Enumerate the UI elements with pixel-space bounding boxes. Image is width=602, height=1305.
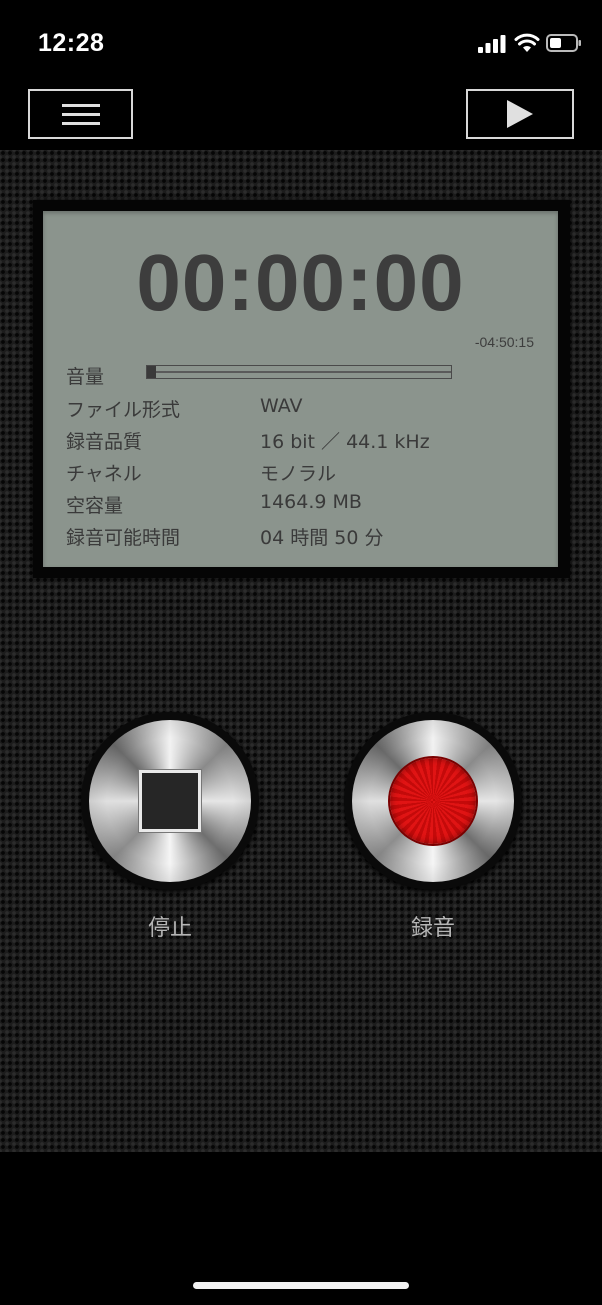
hamburger-menu-icon bbox=[61, 98, 100, 131]
level-meter bbox=[146, 365, 452, 379]
file-format-label: ファイル形式 bbox=[66, 399, 181, 421]
cellular-signal-icon bbox=[478, 35, 506, 53]
channel-label: チャネル bbox=[66, 463, 142, 485]
channel-value: モノラル bbox=[260, 463, 337, 485]
record-label: 録音 bbox=[410, 916, 455, 941]
lcd-display: 00:00:00 -04:50:15 音量 ファイル形式 WAV 録音品質 16… bbox=[43, 211, 558, 567]
toolbar bbox=[0, 80, 602, 150]
recordable-time-value: 04 時間 50 分 bbox=[260, 527, 384, 549]
play-icon bbox=[507, 100, 533, 128]
recordable-time-label: 録音可能時間 bbox=[66, 527, 181, 549]
play-button[interactable] bbox=[466, 89, 574, 139]
quality-label: 録音品質 bbox=[66, 431, 143, 453]
home-indicator[interactable] bbox=[193, 1282, 409, 1289]
stop-icon bbox=[139, 770, 201, 832]
status-bar: 12:28 bbox=[0, 0, 602, 80]
free-space-label: 空容量 bbox=[66, 495, 124, 517]
recorder-panel: 00:00:00 -04:50:15 音量 ファイル形式 WAV 録音品質 16… bbox=[0, 150, 602, 1152]
stop-button[interactable] bbox=[81, 712, 259, 890]
stop-label: 停止 bbox=[147, 916, 192, 941]
battery-icon bbox=[546, 34, 581, 52]
file-format-value: WAV bbox=[260, 395, 303, 417]
status-time: 12:28 bbox=[38, 29, 105, 57]
free-space-value: 1464.9 MB bbox=[260, 491, 362, 513]
elapsed-time: 00:00:00 bbox=[136, 238, 465, 327]
lcd-frame: 00:00:00 -04:50:15 音量 ファイル形式 WAV 録音品質 16… bbox=[33, 200, 570, 578]
quality-value: 16 bit ／ 44.1 kHz bbox=[260, 431, 430, 453]
level-label: 音量 bbox=[66, 366, 105, 388]
level-meter-fill bbox=[147, 366, 157, 378]
recorder-screen: 12:28 00:00:00 -04:50:15 音量 ファイル形式 WAV 録… bbox=[0, 0, 602, 1305]
menu-button[interactable] bbox=[28, 89, 133, 139]
wifi-icon bbox=[514, 33, 540, 52]
record-button[interactable] bbox=[344, 712, 522, 890]
remaining-time: -04:50:15 bbox=[474, 334, 534, 350]
record-icon bbox=[390, 758, 476, 844]
